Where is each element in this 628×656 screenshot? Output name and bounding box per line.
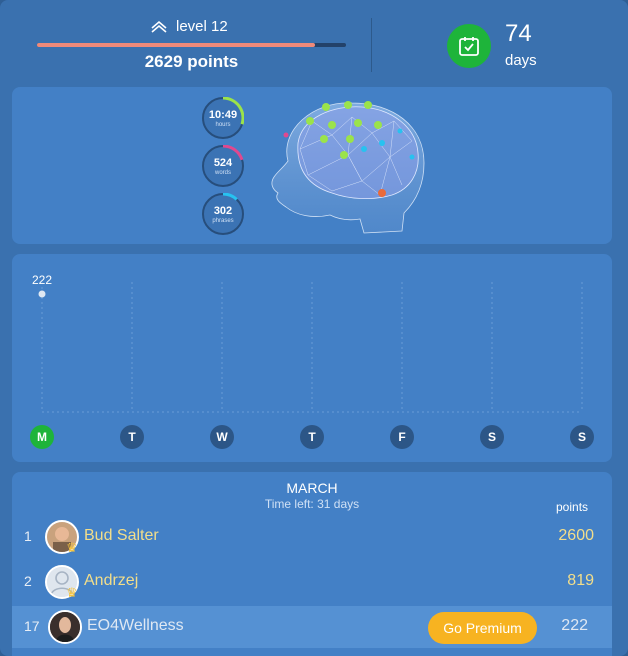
day-w-2[interactable]: W	[210, 425, 234, 449]
leaderboard-panel: MARCH Time left: 31 days points 1 ♛ Bud …	[12, 472, 612, 656]
brain-head-illustration	[271, 101, 425, 234]
leaderboard-time-left: Time left: 31 days	[264, 497, 360, 511]
player-name: Bud Salter	[84, 527, 159, 544]
crown-icon: ♛	[66, 540, 78, 555]
leaderboard-row[interactable]: 2 ♛ Andrzej 819	[12, 561, 612, 603]
streak-unit: days	[505, 52, 537, 69]
player-name: Andrzej	[84, 572, 139, 589]
hours-progress-ring	[222, 97, 244, 125]
words-progress-ring	[222, 145, 244, 161]
level-progress-bar	[37, 43, 346, 47]
phrases-progress-ring	[222, 193, 238, 201]
leaderboard-row-current-user[interactable]: 17 EO4Wellness Go Premium 222	[12, 606, 612, 648]
chevron-up-icon	[151, 20, 167, 33]
day-t-3[interactable]: T	[300, 425, 324, 449]
top-bar: level 12 2629 points 74 days	[0, 0, 628, 84]
day-m-0[interactable]: M	[30, 425, 54, 449]
avatar	[48, 610, 82, 644]
leaderboard-row[interactable]: 1 ♛ Bud Salter 2600	[12, 516, 612, 558]
day-t-1[interactable]: T	[120, 425, 144, 449]
level-indicator[interactable]: level 12	[150, 18, 228, 35]
app-window: level 12 2629 points 74 days 10:49 hours…	[0, 0, 628, 656]
words-stat[interactable]: 524 words	[202, 145, 244, 187]
player-score: 819	[567, 572, 594, 589]
divider	[371, 18, 372, 72]
level-progress-fill	[37, 43, 316, 47]
points-column-header: points	[556, 500, 589, 514]
brain-stats-panel: 10:49 hours 524 words 302 phrases	[12, 87, 612, 244]
level-label: level 12	[176, 18, 228, 35]
weekly-chart-panel: 222 M T W T F S S	[12, 254, 612, 462]
rank: 1	[24, 528, 32, 544]
data-label: 222	[32, 273, 52, 287]
points-total: 2629 points	[144, 52, 239, 71]
leaderboard-month: MARCH	[286, 480, 338, 496]
streak-count: 74	[505, 20, 532, 47]
crown-icon: ♛	[66, 585, 78, 600]
calendar-check-icon[interactable]	[447, 24, 491, 68]
day-f-4[interactable]: F	[390, 425, 414, 449]
hours-stat[interactable]: 10:49 hours	[202, 97, 244, 139]
player-score: 2600	[558, 527, 594, 544]
player-name: EO4Wellness	[87, 617, 184, 634]
day-s-6[interactable]: S	[570, 425, 594, 449]
phrases-stat[interactable]: 302 phrases	[202, 193, 244, 235]
rank: 2	[24, 573, 32, 589]
data-point[interactable]	[38, 290, 46, 298]
day-s-5[interactable]: S	[480, 425, 504, 449]
rank: 17	[24, 618, 40, 634]
player-score: 222	[561, 617, 588, 634]
go-premium-button[interactable]: Go Premium	[428, 612, 537, 644]
